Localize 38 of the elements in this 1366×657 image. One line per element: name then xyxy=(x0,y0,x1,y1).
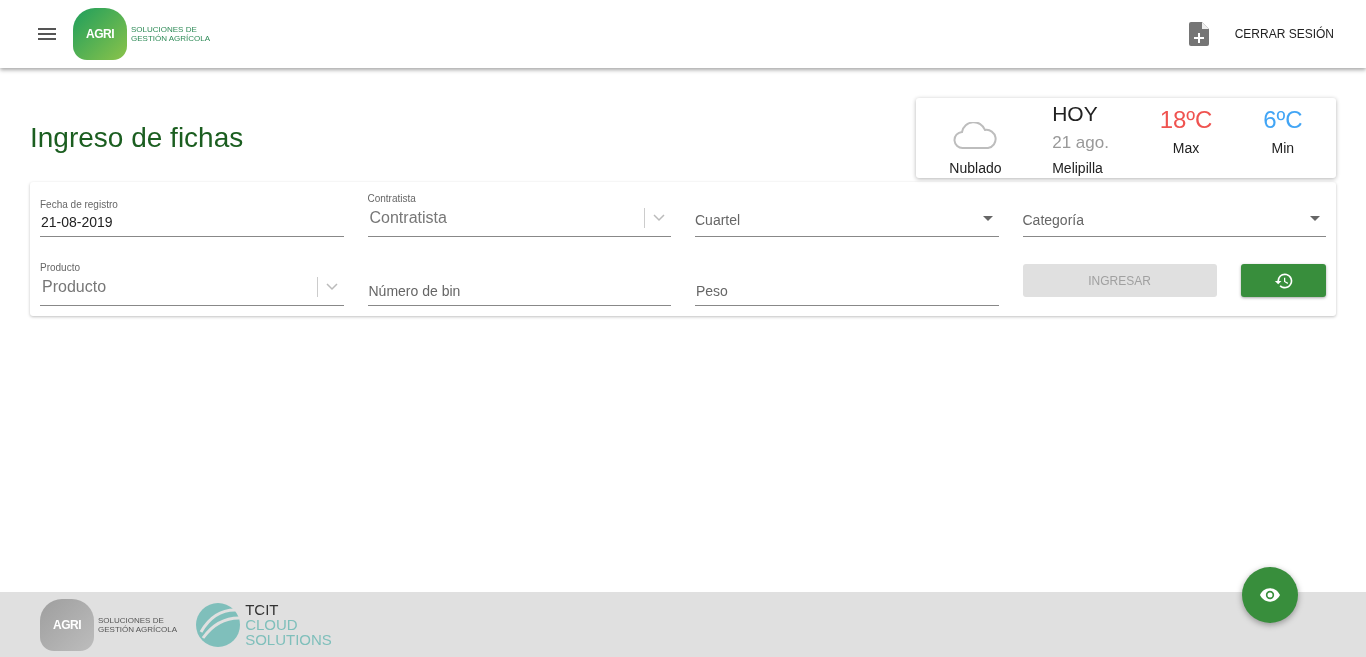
chevron-down-icon xyxy=(325,283,338,291)
temperature-label: Max xyxy=(1172,140,1200,156)
dropdown-field[interactable]: Categoría xyxy=(1022,192,1326,237)
weather-date: 21 ago. xyxy=(1052,133,1109,153)
logo-tagline: SOLUCIONES DE xyxy=(98,615,165,625)
logo-tagline: GESTIÓN AGRÍCOLA xyxy=(131,34,211,43)
weather-location: Melipilla xyxy=(1052,160,1103,176)
weather-condition: Nublado xyxy=(949,160,1002,176)
dropdown-arrow-icon xyxy=(982,215,993,221)
cloud-icon xyxy=(953,122,998,150)
text-field[interactable]: 21-08-2019 xyxy=(40,214,344,237)
weather-day: HOY xyxy=(1052,102,1098,126)
partner-name: CLOUD xyxy=(245,617,299,632)
logo-mark: AGRI xyxy=(40,598,94,651)
eye-icon xyxy=(1260,588,1280,602)
menu-icon[interactable] xyxy=(38,28,56,40)
logo-tagline: SOLUCIONES DE xyxy=(131,25,198,34)
select-field[interactable]: Contratista Contratista xyxy=(367,192,671,237)
temperature-label: Min xyxy=(1271,140,1295,156)
history-button[interactable] xyxy=(1241,264,1326,297)
logo-mark: AGRI xyxy=(73,8,127,60)
add-file-icon[interactable] xyxy=(1188,22,1209,46)
partner-name: SOLUTIONS xyxy=(245,632,332,647)
dropdown-field[interactable]: Cuartel xyxy=(695,192,999,237)
field-label: Fecha de registro xyxy=(40,199,119,210)
leaf-circle-icon xyxy=(195,601,242,648)
chevron-down-icon xyxy=(653,214,665,222)
temperature: 6ºC xyxy=(1263,106,1303,134)
logout-button[interactable]: CERRAR SESIÓN xyxy=(1234,23,1334,45)
text-field[interactable]: Peso xyxy=(695,283,999,306)
page-title: Ingreso de fichas xyxy=(30,122,244,154)
view-button[interactable] xyxy=(1242,567,1298,623)
dropdown-arrow-icon xyxy=(1310,215,1320,221)
partner-name: TCIT xyxy=(245,602,280,617)
text-field[interactable]: Número de bin xyxy=(367,283,671,306)
logo-tagline: GESTIÓN AGRÍCOLA xyxy=(98,624,178,634)
select-field[interactable]: Producto Producto xyxy=(40,261,344,306)
temperature: 18ºC xyxy=(1159,106,1213,134)
